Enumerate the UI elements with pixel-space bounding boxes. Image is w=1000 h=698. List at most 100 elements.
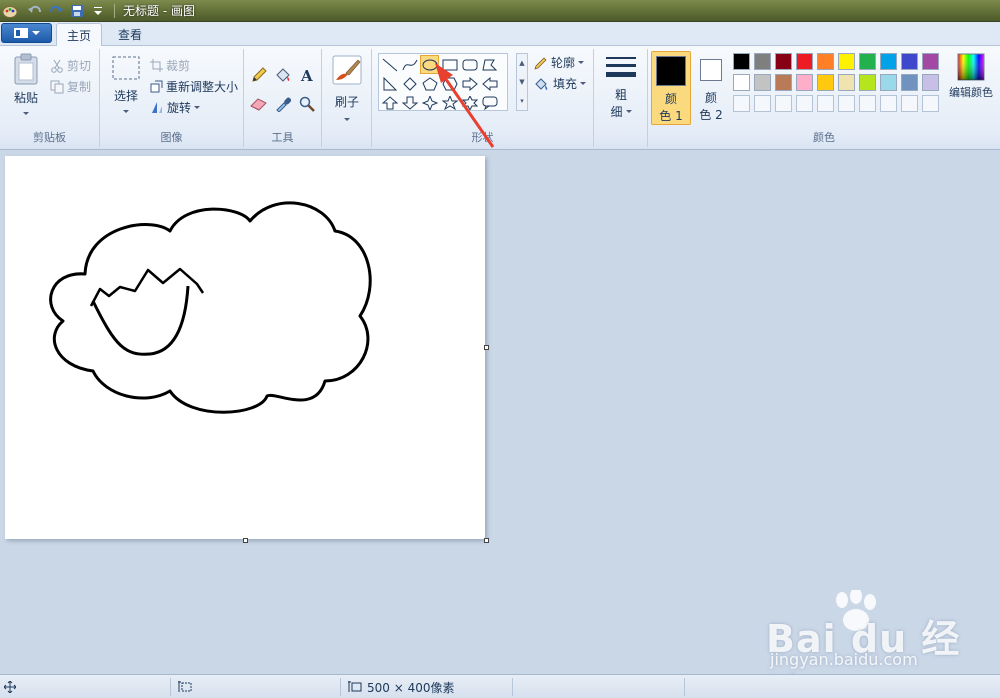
color-swatch[interactable] xyxy=(859,74,876,91)
color-swatch[interactable] xyxy=(901,53,918,70)
image-group-label: 图像 xyxy=(160,131,183,144)
color-swatch[interactable] xyxy=(733,53,750,70)
custom-color-slot[interactable] xyxy=(775,95,792,112)
diamond-icon[interactable] xyxy=(400,74,419,93)
color-swatch[interactable] xyxy=(817,53,834,70)
fill-icon xyxy=(535,77,548,90)
crop-icon xyxy=(150,59,163,72)
save-icon[interactable] xyxy=(68,3,86,19)
redo-icon[interactable] xyxy=(47,3,65,19)
resize-handle-bottom[interactable] xyxy=(243,538,248,543)
chevron-down-icon xyxy=(31,31,40,35)
expand-gallery-icon[interactable]: ▾ xyxy=(520,97,524,105)
tab-view[interactable]: 查看 xyxy=(108,23,152,46)
resize-icon xyxy=(150,80,163,93)
status-separator xyxy=(512,678,513,696)
outline-button[interactable]: 轮廓 xyxy=(534,54,585,71)
color-swatch[interactable] xyxy=(880,74,897,91)
custom-color-slot[interactable] xyxy=(817,95,834,112)
color-swatch[interactable] xyxy=(838,74,855,91)
color-swatch[interactable] xyxy=(754,53,771,70)
color-swatch[interactable] xyxy=(922,74,939,91)
custom-color-slot[interactable] xyxy=(733,95,750,112)
separator xyxy=(114,3,115,18)
color-swatch[interactable] xyxy=(754,74,771,91)
drawing-canvas[interactable] xyxy=(5,156,485,539)
custom-color-slot[interactable] xyxy=(880,95,897,112)
fill-bucket-icon[interactable] xyxy=(272,64,294,86)
eraser-icon[interactable] xyxy=(248,93,270,115)
text-tool-icon[interactable]: A xyxy=(296,64,318,86)
color-swatch[interactable] xyxy=(859,53,876,70)
pencil-icon[interactable] xyxy=(248,64,270,86)
customize-quick-access-dropdown[interactable] xyxy=(89,3,107,19)
color-swatch[interactable] xyxy=(796,74,813,91)
select-label: 选择 xyxy=(113,89,138,103)
cloud-drawing xyxy=(49,201,372,414)
color-swatch[interactable] xyxy=(838,53,855,70)
paste-button[interactable]: 粘贴 xyxy=(8,53,44,115)
cursor-position-icon xyxy=(4,681,16,693)
color1-button[interactable]: 颜 色 1 xyxy=(651,51,691,125)
custom-color-slot[interactable] xyxy=(922,95,939,112)
color-swatch[interactable] xyxy=(733,74,750,91)
selection-size xyxy=(178,675,192,698)
chevron-down-icon xyxy=(580,82,587,85)
chevron-down-icon xyxy=(625,110,632,113)
down-arrow-icon[interactable] xyxy=(400,93,419,112)
magnifier-icon[interactable] xyxy=(296,93,318,115)
color1-swatch xyxy=(656,56,686,86)
menu-icon xyxy=(13,28,28,38)
annotation-arrow xyxy=(435,63,495,148)
custom-color-slot[interactable] xyxy=(901,95,918,112)
custom-color-slot[interactable] xyxy=(859,95,876,112)
color-swatch[interactable] xyxy=(880,53,897,70)
color-swatch[interactable] xyxy=(901,74,918,91)
curve-icon[interactable] xyxy=(400,55,419,74)
paint-menu-button[interactable] xyxy=(1,23,52,43)
fill-button[interactable]: 填充 xyxy=(534,75,587,92)
cut-button[interactable]: 剪切 xyxy=(50,57,91,74)
select-button[interactable]: 选择 xyxy=(108,55,144,113)
scissors-icon xyxy=(51,59,63,73)
color-swatch[interactable] xyxy=(775,53,792,70)
scroll-up-icon[interactable]: ▲ xyxy=(519,59,524,67)
brush-icon xyxy=(332,55,362,85)
right-triangle-icon[interactable] xyxy=(380,74,399,93)
line-width-icon xyxy=(606,57,636,77)
color-swatch[interactable] xyxy=(817,74,834,91)
paint-app-icon[interactable] xyxy=(2,3,18,19)
custom-color-slot[interactable] xyxy=(796,95,813,112)
resize-handle-corner[interactable] xyxy=(484,538,489,543)
cursor-position xyxy=(4,675,16,698)
resize-button[interactable]: 重新调整大小 xyxy=(150,78,238,95)
undo-icon[interactable] xyxy=(26,3,44,19)
scroll-down-icon[interactable]: ▼ xyxy=(519,78,524,86)
color-picker-icon[interactable] xyxy=(272,93,294,115)
edit-colors-button[interactable]: 编辑颜色 xyxy=(946,53,996,100)
brushes-button[interactable]: 刷子 xyxy=(330,55,364,121)
chevron-down-icon xyxy=(578,61,585,64)
custom-color-slot[interactable] xyxy=(754,95,771,112)
tab-home[interactable]: 主页 xyxy=(56,23,103,47)
ribbon-tab-bar: 主页 查看 xyxy=(0,22,1000,47)
color-swatch[interactable] xyxy=(922,53,939,70)
color-swatch[interactable] xyxy=(775,74,792,91)
size-button[interactable]: 粗 细 xyxy=(602,55,640,120)
shapes-scrollbar[interactable]: ▲ ▼ ▾ xyxy=(516,53,528,111)
colors-group-label: 颜色 xyxy=(813,131,835,144)
up-arrow-icon[interactable] xyxy=(380,93,399,112)
copy-button[interactable]: 复制 xyxy=(50,78,91,95)
rotate-button[interactable]: 旋转 xyxy=(150,99,201,116)
color2-label-line1: 颜 xyxy=(704,91,717,105)
crop-button[interactable]: 裁剪 xyxy=(150,57,190,74)
line-icon[interactable] xyxy=(380,55,399,74)
size-label-row: 细 xyxy=(610,103,632,120)
chevron-down-icon xyxy=(344,118,350,121)
selection-size-icon xyxy=(178,681,192,692)
outline-label: 轮廓 xyxy=(551,56,576,70)
resize-handle-right[interactable] xyxy=(484,345,489,350)
color-swatch[interactable] xyxy=(796,53,813,70)
color2-button[interactable]: 颜 色 2 xyxy=(694,51,728,125)
custom-color-slot[interactable] xyxy=(838,95,855,112)
